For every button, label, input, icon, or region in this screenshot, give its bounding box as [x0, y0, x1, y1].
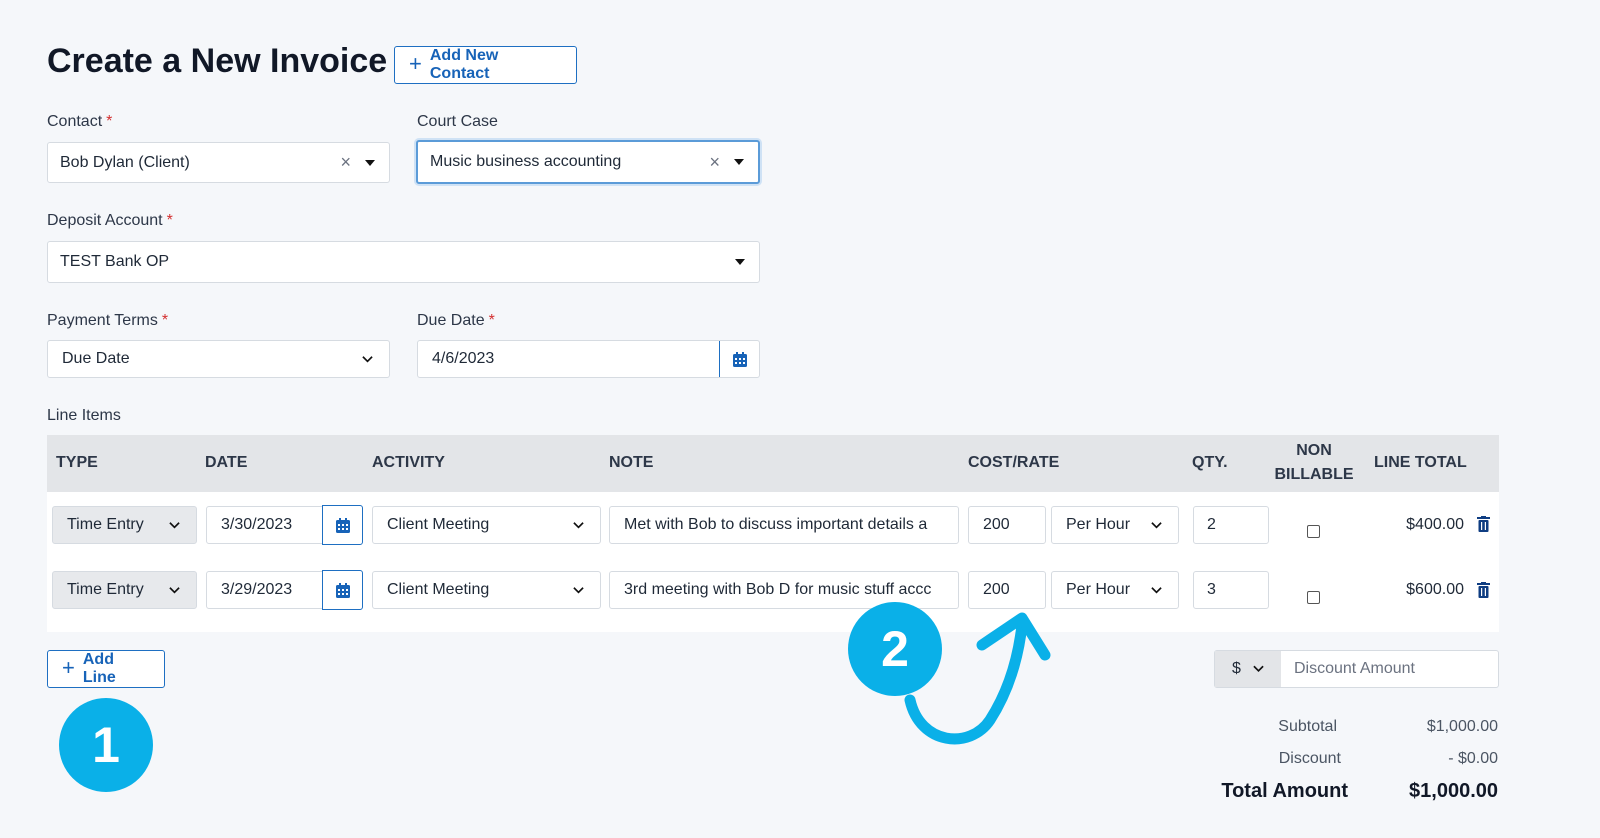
- col-type: TYPE: [56, 454, 98, 471]
- court-case-value: Music business accounting: [430, 153, 622, 170]
- contact-label: Contact *: [47, 113, 113, 130]
- type-select[interactable]: Time Entry: [52, 506, 197, 544]
- note-value: Met with Bob to discuss important detail…: [624, 516, 928, 533]
- payment-terms-label: Payment Terms *: [47, 312, 169, 329]
- date-input[interactable]: 3/30/2023: [206, 505, 363, 545]
- chevron-down-icon: [362, 355, 373, 363]
- chevron-down-icon: [169, 586, 180, 594]
- payment-terms-value: Due Date: [62, 350, 130, 367]
- date-input[interactable]: 3/29/2023: [206, 570, 363, 610]
- calendar-button[interactable]: [322, 505, 363, 545]
- chevron-down-icon: [1253, 665, 1264, 673]
- col-cost-rate: COST/RATE: [968, 454, 1060, 471]
- unit-select[interactable]: Per Hour: [1051, 571, 1179, 609]
- caret-down-icon[interactable]: [734, 159, 744, 165]
- due-date-input[interactable]: 4/6/2023: [417, 340, 760, 378]
- date-value: 3/30/2023: [221, 516, 293, 533]
- rate-input[interactable]: 200: [968, 506, 1046, 544]
- type-value: Time Entry: [67, 516, 144, 533]
- activity-select[interactable]: Client Meeting: [372, 506, 601, 544]
- deposit-account-value: TEST Bank OP: [60, 253, 170, 270]
- add-line-label: Add Line: [82, 651, 116, 686]
- chevron-down-icon: [573, 586, 584, 594]
- note-input[interactable]: Met with Bob to discuss important detail…: [609, 506, 959, 544]
- col-non-billable: NON BILLABLE: [1274, 442, 1354, 483]
- subtotal-label: Subtotal: [1278, 718, 1337, 735]
- chevron-down-icon: [1151, 521, 1162, 529]
- col-qty: QTY.: [1192, 454, 1228, 471]
- step-badge-1: 1: [59, 698, 153, 792]
- caret-down-icon[interactable]: [735, 259, 745, 265]
- col-line-total: LINE TOTAL: [1374, 454, 1467, 471]
- col-date: DATE: [205, 454, 248, 471]
- unit-value: Per Hour: [1066, 516, 1131, 533]
- trash-icon[interactable]: [1477, 516, 1490, 532]
- col-activity: ACTIVITY: [372, 454, 445, 471]
- total-amount-label: Total Amount: [1221, 780, 1348, 802]
- discount-label: Discount: [1278, 750, 1341, 767]
- activity-value: Client Meeting: [387, 516, 490, 533]
- caret-down-icon[interactable]: [365, 159, 375, 166]
- activity-select[interactable]: Client Meeting: [372, 571, 601, 609]
- add-new-contact-button[interactable]: + Add New Contact: [394, 46, 577, 84]
- discount-group: $ Discount Amount: [1214, 650, 1499, 688]
- calendar-icon: [335, 517, 350, 533]
- curved-arrow-icon: [904, 612, 1051, 745]
- non-billable-checkbox[interactable]: [1307, 525, 1320, 538]
- chevron-down-icon: [573, 521, 584, 529]
- trash-icon[interactable]: [1477, 582, 1490, 598]
- due-date-label: Due Date *: [417, 312, 495, 329]
- currency-select[interactable]: $: [1215, 651, 1281, 687]
- plus-icon: +: [409, 51, 422, 76]
- payment-terms-select[interactable]: Due Date: [47, 340, 390, 378]
- clear-icon[interactable]: ×: [340, 152, 351, 173]
- qty-input[interactable]: 3: [1193, 571, 1269, 609]
- clear-icon[interactable]: ×: [709, 152, 720, 173]
- chevron-down-icon: [1151, 586, 1162, 594]
- chevron-down-icon: [169, 521, 180, 529]
- line-total: $600.00: [1406, 581, 1464, 598]
- unit-select[interactable]: Per Hour: [1051, 506, 1179, 544]
- qty-value: 2: [1207, 516, 1216, 533]
- activity-value: Client Meeting: [387, 581, 490, 598]
- rate-value: 200: [983, 581, 1010, 598]
- non-billable-checkbox[interactable]: [1307, 591, 1320, 604]
- contact-value: Bob Dylan (Client): [60, 153, 190, 171]
- court-case-select[interactable]: Music business accounting ×: [416, 140, 760, 184]
- date-value: 3/29/2023: [221, 581, 293, 598]
- calendar-button[interactable]: [719, 341, 759, 377]
- due-date-value: 4/6/2023: [432, 350, 495, 367]
- deposit-account-label: Deposit Account *: [47, 212, 173, 229]
- qty-value: 3: [1207, 581, 1216, 598]
- type-select[interactable]: Time Entry: [52, 571, 197, 609]
- deposit-account-select[interactable]: TEST Bank OP: [47, 241, 760, 283]
- rate-value: 200: [983, 516, 1010, 533]
- line-total: $400.00: [1406, 516, 1464, 533]
- add-new-contact-label: Add New Contact: [429, 47, 499, 82]
- type-value: Time Entry: [67, 581, 144, 598]
- discount-amount-input[interactable]: Discount Amount: [1281, 651, 1498, 687]
- line-items-label: Line Items: [47, 407, 121, 424]
- calendar-icon: [732, 351, 747, 367]
- calendar-button[interactable]: [322, 570, 363, 610]
- qty-input[interactable]: 2: [1193, 506, 1269, 544]
- subtotal-value: $1,000.00: [1426, 718, 1498, 735]
- page-title: Create a New Invoice: [47, 42, 388, 80]
- total-amount-value: $1,000.00: [1409, 780, 1498, 802]
- unit-value: Per Hour: [1066, 581, 1131, 598]
- calendar-icon: [335, 582, 350, 598]
- note-value: 3rd meeting with Bob D for music stuff a…: [624, 581, 932, 598]
- line-items-header: TYPE DATE ACTIVITY NOTE COST/RATE QTY. N…: [47, 435, 1499, 492]
- col-note: NOTE: [609, 454, 654, 471]
- currency-value: $: [1232, 660, 1241, 677]
- add-line-button[interactable]: + Add Line: [47, 650, 165, 688]
- discount-value: - $0.00: [1448, 750, 1498, 767]
- contact-select[interactable]: Bob Dylan (Client) ×: [47, 142, 390, 183]
- plus-icon: +: [62, 655, 75, 680]
- court-case-label: Court Case: [417, 113, 498, 130]
